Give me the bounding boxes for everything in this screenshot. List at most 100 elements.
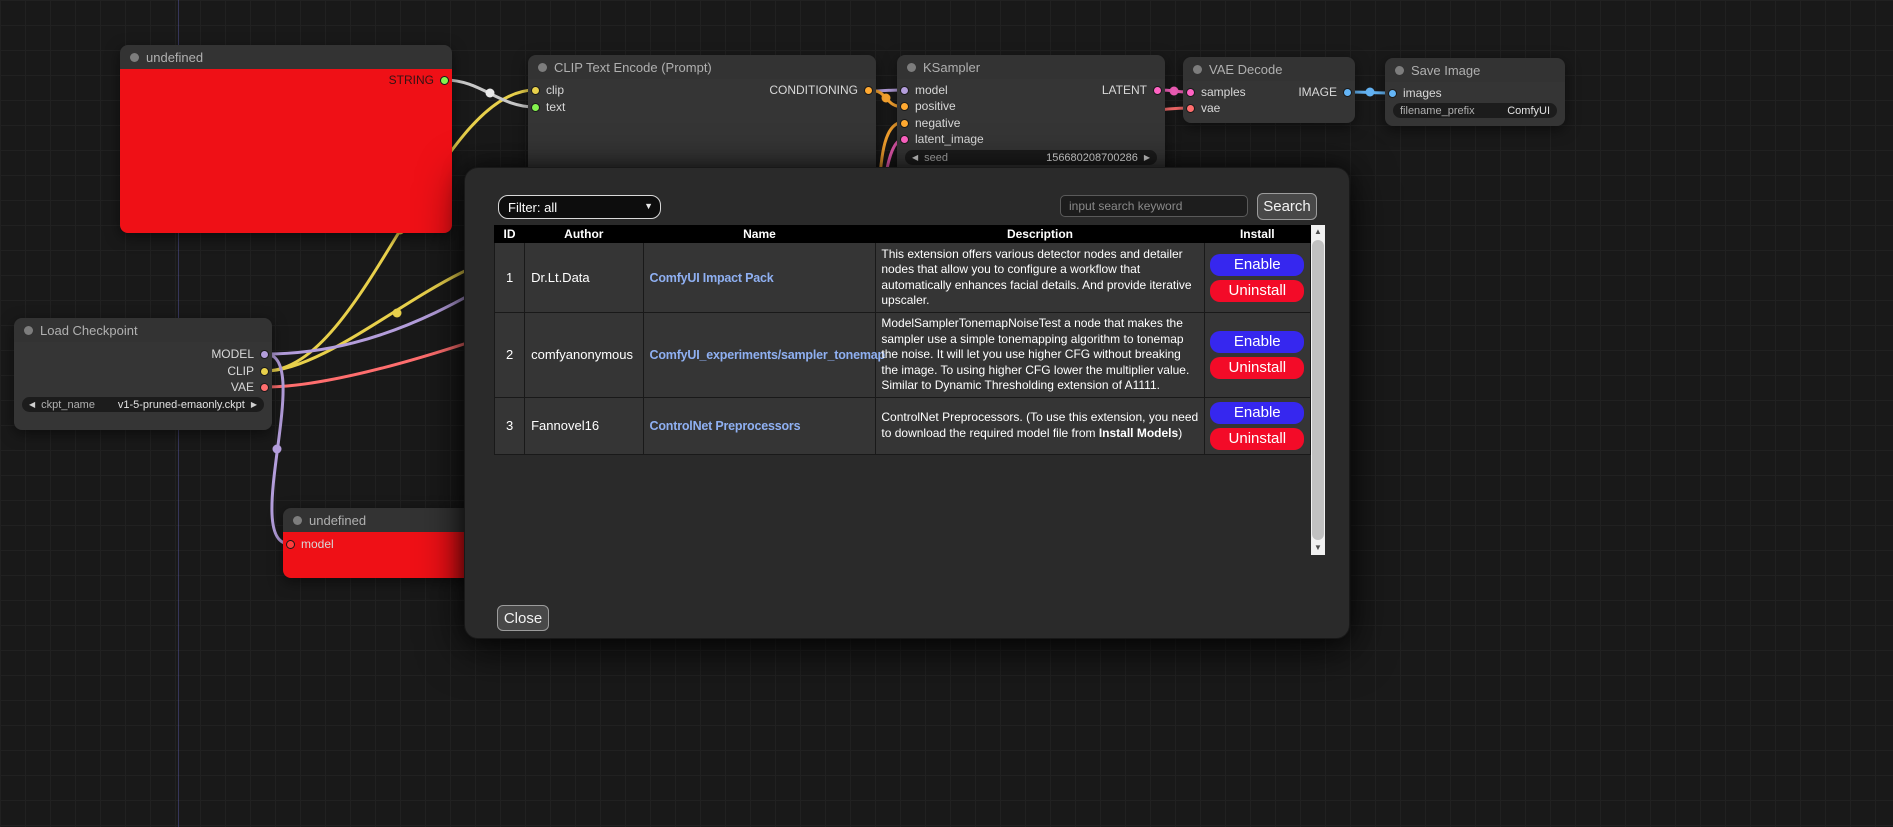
link-middot — [882, 94, 891, 103]
clip-output-dot-icon[interactable] — [260, 367, 269, 376]
increment-arrow-icon[interactable]: ▶ — [1144, 150, 1150, 165]
text-input-port[interactable]: text — [531, 99, 565, 115]
extension-link[interactable]: ControlNet Preprocessors — [650, 419, 801, 433]
collapse-dot-icon[interactable] — [1395, 66, 1404, 75]
cell-id: 3 — [495, 397, 525, 454]
decrement-arrow-icon[interactable]: ◀ — [912, 150, 918, 165]
uninstall-button[interactable]: Uninstall — [1210, 428, 1304, 450]
extension-link[interactable]: ComfyUI Impact Pack — [650, 271, 774, 285]
vae-output-port[interactable]: VAE — [231, 379, 269, 395]
images-input-port[interactable]: images — [1388, 85, 1442, 101]
collapse-dot-icon[interactable] — [1193, 65, 1202, 74]
node-title: undefined — [146, 50, 203, 65]
node-titlebar[interactable]: Save Image — [1385, 58, 1565, 82]
search-input[interactable] — [1060, 195, 1248, 217]
image-output-port[interactable]: IMAGE — [1298, 84, 1352, 100]
collapse-dot-icon[interactable] — [24, 326, 33, 335]
port-label: model — [915, 83, 948, 97]
latent-output-dot-icon[interactable] — [1153, 86, 1162, 95]
node-load-checkpoint[interactable]: Load Checkpoint MODEL CLIP VAE ◀ ckpt_na… — [14, 318, 272, 430]
collapse-dot-icon[interactable] — [907, 63, 916, 72]
vae-input-dot-icon[interactable] — [1186, 104, 1195, 113]
widget-label: seed — [924, 152, 948, 164]
model-input-dot-icon[interactable] — [286, 540, 295, 549]
widget-value: 156680208700286 — [1046, 152, 1138, 164]
node-title: KSampler — [923, 60, 980, 75]
filter-select[interactable]: Filter: all — [498, 195, 661, 219]
node-titlebar[interactable]: VAE Decode — [1183, 57, 1355, 81]
latent-input-dot-icon[interactable] — [900, 135, 909, 144]
previous-arrow-icon[interactable]: ◀ — [29, 397, 35, 412]
extension-link[interactable]: ComfyUI_experiments/sampler_tonemap — [650, 348, 885, 362]
column-header-description: Description — [876, 226, 1204, 243]
latent-output-port[interactable]: LATENT — [1102, 82, 1162, 98]
model-output-port[interactable]: MODEL — [211, 346, 269, 362]
extension-table: ID Author Name Description Install 1 Dr.… — [494, 225, 1311, 455]
filename-prefix-widget[interactable]: filename_prefix ComfyUI — [1393, 103, 1557, 118]
images-input-dot-icon[interactable] — [1388, 89, 1397, 98]
positive-input-port[interactable]: positive — [900, 98, 956, 114]
samples-input-port[interactable]: samples — [1186, 84, 1246, 100]
cell-install: Enable Uninstall — [1204, 397, 1310, 454]
enable-button[interactable]: Enable — [1210, 254, 1304, 276]
text-input-dot-icon[interactable] — [531, 103, 540, 112]
clip-input-dot-icon[interactable] — [531, 86, 540, 95]
conditioning-output-port[interactable]: CONDITIONING — [769, 82, 873, 98]
close-button[interactable]: Close — [497, 605, 549, 631]
collapse-dot-icon[interactable] — [538, 63, 547, 72]
scroll-down-icon[interactable]: ▼ — [1311, 541, 1325, 555]
node-titlebar[interactable]: KSampler — [897, 55, 1165, 79]
collapse-dot-icon[interactable] — [130, 53, 139, 62]
enable-button[interactable]: Enable — [1210, 402, 1304, 424]
node-titlebar[interactable]: Load Checkpoint — [14, 318, 272, 342]
clip-output-port[interactable]: CLIP — [227, 363, 269, 379]
widget-value: v1-5-pruned-emaonly.ckpt — [118, 399, 245, 411]
enable-button[interactable]: Enable — [1210, 331, 1304, 353]
positive-input-dot-icon[interactable] — [900, 102, 909, 111]
uninstall-button[interactable]: Uninstall — [1210, 357, 1304, 379]
node-body: model positive negative latent_image LAT… — [897, 79, 1165, 175]
port-label: model — [301, 537, 334, 551]
next-arrow-icon[interactable]: ▶ — [251, 397, 257, 412]
ckpt-name-widget[interactable]: ◀ ckpt_name v1-5-pruned-emaonly.ckpt ▶ — [22, 397, 264, 412]
scroll-up-icon[interactable]: ▲ — [1311, 225, 1325, 239]
uninstall-button[interactable]: Uninstall — [1210, 280, 1304, 302]
model-input-dot-icon[interactable] — [900, 86, 909, 95]
collapse-dot-icon[interactable] — [293, 516, 302, 525]
vae-output-dot-icon[interactable] — [260, 383, 269, 392]
node-titlebar[interactable]: undefined — [120, 45, 452, 69]
image-output-dot-icon[interactable] — [1343, 88, 1352, 97]
node-ksampler[interactable]: KSampler model positive negative latent_… — [897, 55, 1165, 175]
node-titlebar[interactable]: CLIP Text Encode (Prompt) — [528, 55, 876, 79]
cell-id: 1 — [495, 243, 525, 313]
clip-input-port[interactable]: clip — [531, 82, 564, 98]
model-output-dot-icon[interactable] — [260, 350, 269, 359]
samples-input-dot-icon[interactable] — [1186, 88, 1195, 97]
widget-value: ComfyUI — [1507, 105, 1550, 117]
negative-input-port[interactable]: negative — [900, 115, 960, 131]
node-clip-text-encode[interactable]: CLIP Text Encode (Prompt) clip text COND… — [528, 55, 876, 179]
vae-input-port[interactable]: vae — [1186, 100, 1220, 116]
node-save-image[interactable]: Save Image images filename_prefix ComfyU… — [1385, 58, 1565, 126]
table-scrollbar[interactable]: ▲ ▼ — [1311, 225, 1325, 555]
latent-image-input-port[interactable]: latent_image — [900, 131, 984, 147]
search-button[interactable]: Search — [1257, 193, 1317, 220]
node-body: STRING — [120, 69, 452, 233]
cell-description: This extension offers various detector n… — [876, 243, 1204, 313]
string-output-port[interactable]: STRING — [389, 72, 449, 88]
model-input-port[interactable]: model — [286, 536, 334, 552]
conditioning-output-dot-icon[interactable] — [864, 86, 873, 95]
model-input-port[interactable]: model — [900, 82, 948, 98]
seed-widget[interactable]: ◀ seed 156680208700286 ▶ — [905, 150, 1157, 165]
negative-input-dot-icon[interactable] — [900, 119, 909, 128]
port-label: images — [1403, 86, 1442, 100]
port-label: clip — [546, 83, 564, 97]
port-label: negative — [915, 116, 960, 130]
scrollbar-thumb[interactable] — [1312, 240, 1324, 540]
widget-label: ckpt_name — [41, 399, 95, 411]
string-output-dot-icon[interactable] — [440, 76, 449, 85]
node-title: Save Image — [1411, 63, 1480, 78]
node-undefined-string[interactable]: undefined STRING — [120, 45, 452, 233]
description-bold-text: Install Models — [1099, 426, 1178, 440]
node-vae-decode[interactable]: VAE Decode samples vae IMAGE — [1183, 57, 1355, 123]
